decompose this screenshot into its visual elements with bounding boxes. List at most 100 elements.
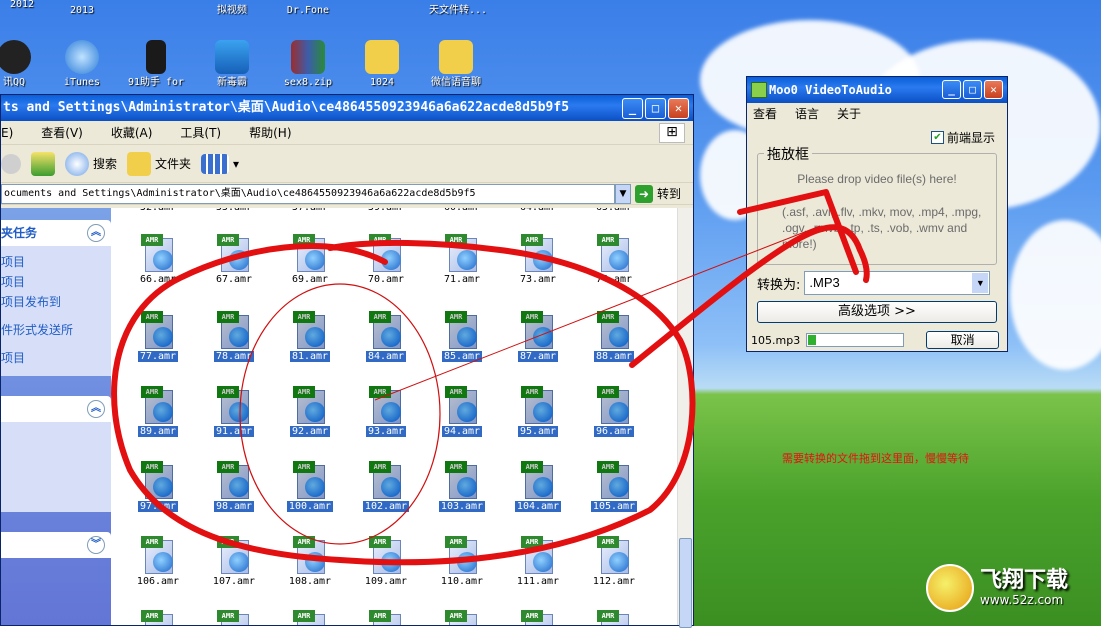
file-item[interactable]: 55.amr [197, 208, 271, 213]
desktop-icon-folder-1024[interactable]: 1024 [346, 40, 418, 88]
task-link[interactable]: 件形式发送所 [1, 320, 111, 340]
menu-help[interactable]: 帮助(H) [249, 124, 291, 141]
close-button[interactable]: ✕ [668, 98, 689, 119]
file-item[interactable]: AMR 92.amr [273, 386, 347, 437]
views-button[interactable]: ▾ [201, 153, 239, 174]
file-item[interactable]: AMR [197, 610, 271, 625]
collapse-chevron-icon[interactable]: ︽ [87, 400, 105, 418]
file-item[interactable]: AMR 87.amr [501, 311, 575, 362]
menu-edit[interactable]: E) [1, 126, 13, 140]
file-item[interactable]: AMR 85.amr [425, 311, 499, 362]
file-item[interactable]: AMR 69.amr [273, 234, 347, 285]
file-item[interactable]: AMR 88.amr [577, 311, 651, 362]
maximize-button[interactable]: □ [645, 98, 666, 119]
menu-view[interactable]: 查看 [753, 105, 777, 122]
file-item[interactable]: AMR 78.amr [197, 311, 271, 362]
desktop-icon-itunes[interactable]: iTunes [46, 40, 118, 88]
file-item[interactable]: AMR 100.amr [273, 461, 347, 512]
file-item[interactable]: AMR 71.amr [425, 234, 499, 285]
file-item[interactable]: AMR [273, 610, 347, 625]
minimize-button[interactable]: _ [942, 80, 961, 99]
file-item[interactable]: AMR 102.amr [349, 461, 423, 512]
file-item[interactable]: AMR 89.amr [121, 386, 195, 437]
drop-zone[interactable]: 拖放框 Please drop video file(s) here! (.as… [757, 144, 997, 265]
scrollbar-thumb[interactable] [679, 538, 692, 628]
file-item[interactable]: AMR 84.amr [349, 311, 423, 362]
menu-language[interactable]: 语言 [795, 105, 819, 122]
file-item[interactable]: AMR [349, 610, 423, 625]
expand-chevron-icon[interactable]: ︾ [87, 536, 105, 554]
always-on-top-checkbox[interactable]: ✔ 前端显示 [930, 129, 995, 146]
address-input[interactable]: ocuments and Settings\Administrator\桌面\A… [1, 183, 615, 204]
file-item[interactable]: AMR 74.amr [577, 234, 651, 285]
file-item[interactable]: AMR 97.amr [121, 461, 195, 512]
maximize-button[interactable]: □ [963, 80, 982, 99]
file-item[interactable]: 59.amr [349, 208, 423, 213]
task-group-header-other[interactable]: ︽ [1, 396, 111, 422]
file-item[interactable]: AMR 110.amr [425, 536, 499, 587]
folders-button[interactable]: 文件夹 [127, 151, 191, 176]
file-item[interactable]: AMR 70.amr [349, 234, 423, 285]
menu-tools[interactable]: 工具(T) [180, 124, 221, 141]
file-name: 112.amr [592, 576, 636, 587]
file-item[interactable]: AMR 107.amr [197, 536, 271, 587]
file-item[interactable]: 57.amr [273, 208, 347, 213]
file-item[interactable]: AMR [121, 610, 195, 625]
file-item[interactable]: AMR [501, 610, 575, 625]
output-format-select[interactable]: .MP3 ▼ [804, 271, 991, 295]
task-group-header[interactable]: 夹任务 ︽ [1, 220, 111, 246]
task-group-header-details[interactable]: ︾ [1, 532, 111, 558]
file-item[interactable]: AMR 95.amr [501, 386, 575, 437]
desktop-icon-91[interactable]: 91助手 for [120, 40, 192, 88]
desktop-icon-virus[interactable]: 新毒霸 [196, 40, 268, 88]
file-item[interactable]: AMR 66.amr [121, 234, 195, 285]
menu-favorites[interactable]: 收藏(A) [111, 124, 153, 141]
menu-about[interactable]: 关于 [837, 105, 861, 122]
file-item[interactable]: 64.amr [501, 208, 575, 213]
back-button[interactable] [1, 153, 21, 174]
file-item[interactable]: AMR 109.amr [349, 536, 423, 587]
file-item[interactable]: AMR 112.amr [577, 536, 651, 587]
vertical-scrollbar[interactable] [677, 208, 693, 628]
task-link[interactable]: 项目发布到 [1, 292, 111, 312]
file-item[interactable]: AMR 73.amr [501, 234, 575, 285]
moo0-titlebar[interactable]: Moo0 VideoToAudio _ □ ✕ [747, 77, 1007, 103]
file-item[interactable]: AMR 77.amr [121, 311, 195, 362]
file-item[interactable]: AMR 105.amr [577, 461, 651, 512]
file-item[interactable]: AMR 106.amr [121, 536, 195, 587]
file-item[interactable]: AMR 93.amr [349, 386, 423, 437]
address-dropdown-button[interactable]: ▼ [615, 183, 631, 204]
desktop-icon-qq[interactable]: 讯QQ [0, 40, 50, 88]
file-item[interactable]: AMR 94.amr [425, 386, 499, 437]
cancel-button[interactable]: 取消 [926, 331, 999, 349]
file-item[interactable]: AMR 81.amr [273, 311, 347, 362]
collapse-chevron-icon[interactable]: ︽ [87, 224, 105, 242]
file-item[interactable]: AMR 104.amr [501, 461, 575, 512]
file-item[interactable]: 65.amr [577, 208, 651, 213]
file-item[interactable]: AMR 108.amr [273, 536, 347, 587]
task-link[interactable]: 项目 [1, 252, 111, 272]
advanced-options-button[interactable]: 高级选项 >> [757, 301, 997, 323]
file-item[interactable]: AMR 111.amr [501, 536, 575, 587]
file-item[interactable]: AMR [425, 610, 499, 625]
goto-button[interactable]: ➜ 转到 [631, 184, 693, 203]
file-item[interactable]: AMR 96.amr [577, 386, 651, 437]
file-item[interactable]: AMR [577, 610, 651, 625]
explorer-titlebar[interactable]: ts and Settings\Administrator\桌面\Audio\c… [1, 95, 693, 121]
desktop-icon-zip[interactable]: sex8.zip [272, 40, 344, 88]
file-item[interactable]: AMR 91.amr [197, 386, 271, 437]
up-button[interactable] [31, 151, 55, 176]
search-button[interactable]: 搜索 [65, 151, 117, 176]
file-item[interactable]: AMR 98.amr [197, 461, 271, 512]
file-item[interactable]: 52.amr [121, 208, 195, 213]
file-item[interactable]: 60.amr [425, 208, 499, 213]
file-item[interactable]: AMR 103.amr [425, 461, 499, 512]
desktop-icon-folder-wechat[interactable]: 微信语音聊 [420, 40, 492, 88]
task-link[interactable]: 项目 [1, 348, 111, 368]
task-link[interactable]: 项目 [1, 272, 111, 292]
chevron-down-icon[interactable]: ▼ [972, 273, 989, 293]
file-item[interactable]: AMR 67.amr [197, 234, 271, 285]
minimize-button[interactable]: _ [622, 98, 643, 119]
close-button[interactable]: ✕ [984, 80, 1003, 99]
menu-view[interactable]: 查看(V) [41, 124, 83, 141]
